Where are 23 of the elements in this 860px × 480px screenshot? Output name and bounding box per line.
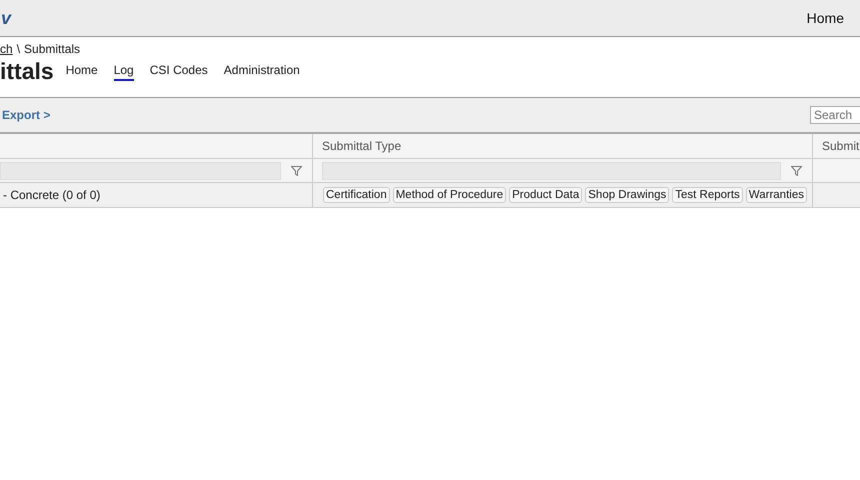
nav-tab[interactable]: CSI Codes	[150, 62, 208, 80]
export-link[interactable]: Export >	[2, 108, 50, 122]
nav-tab[interactable]: Log	[114, 62, 134, 80]
type-tag[interactable]: Warranties	[746, 187, 807, 203]
logo[interactable]: v	[1, 8, 14, 28]
type-tag[interactable]: Shop Drawings	[585, 187, 670, 203]
nav-tab[interactable]: Administration	[224, 62, 300, 80]
breadcrumb-link[interactable]: ch	[0, 42, 13, 56]
page-title: ittals	[0, 58, 54, 85]
home-link[interactable]: Home	[806, 10, 844, 26]
type-tag[interactable]: Test Reports	[672, 187, 743, 203]
type-tag[interactable]: Certification	[323, 187, 390, 203]
breadcrumb-current: Submittals	[24, 42, 80, 56]
type-tag[interactable]: Product Data	[509, 187, 582, 203]
column-header[interactable]: Submittal Type	[313, 134, 813, 158]
breadcrumb-separator: \	[16, 42, 20, 56]
column-header[interactable]: Submit	[813, 134, 860, 158]
search-field[interactable]: Search	[810, 106, 860, 124]
nav-tab[interactable]: Home	[66, 62, 98, 80]
filter-icon[interactable]	[291, 166, 302, 176]
group-label: - Concrete (0 of 0)	[3, 188, 100, 202]
filter-icon[interactable]	[791, 166, 802, 176]
type-tag[interactable]: Method of Procedure	[392, 187, 506, 203]
